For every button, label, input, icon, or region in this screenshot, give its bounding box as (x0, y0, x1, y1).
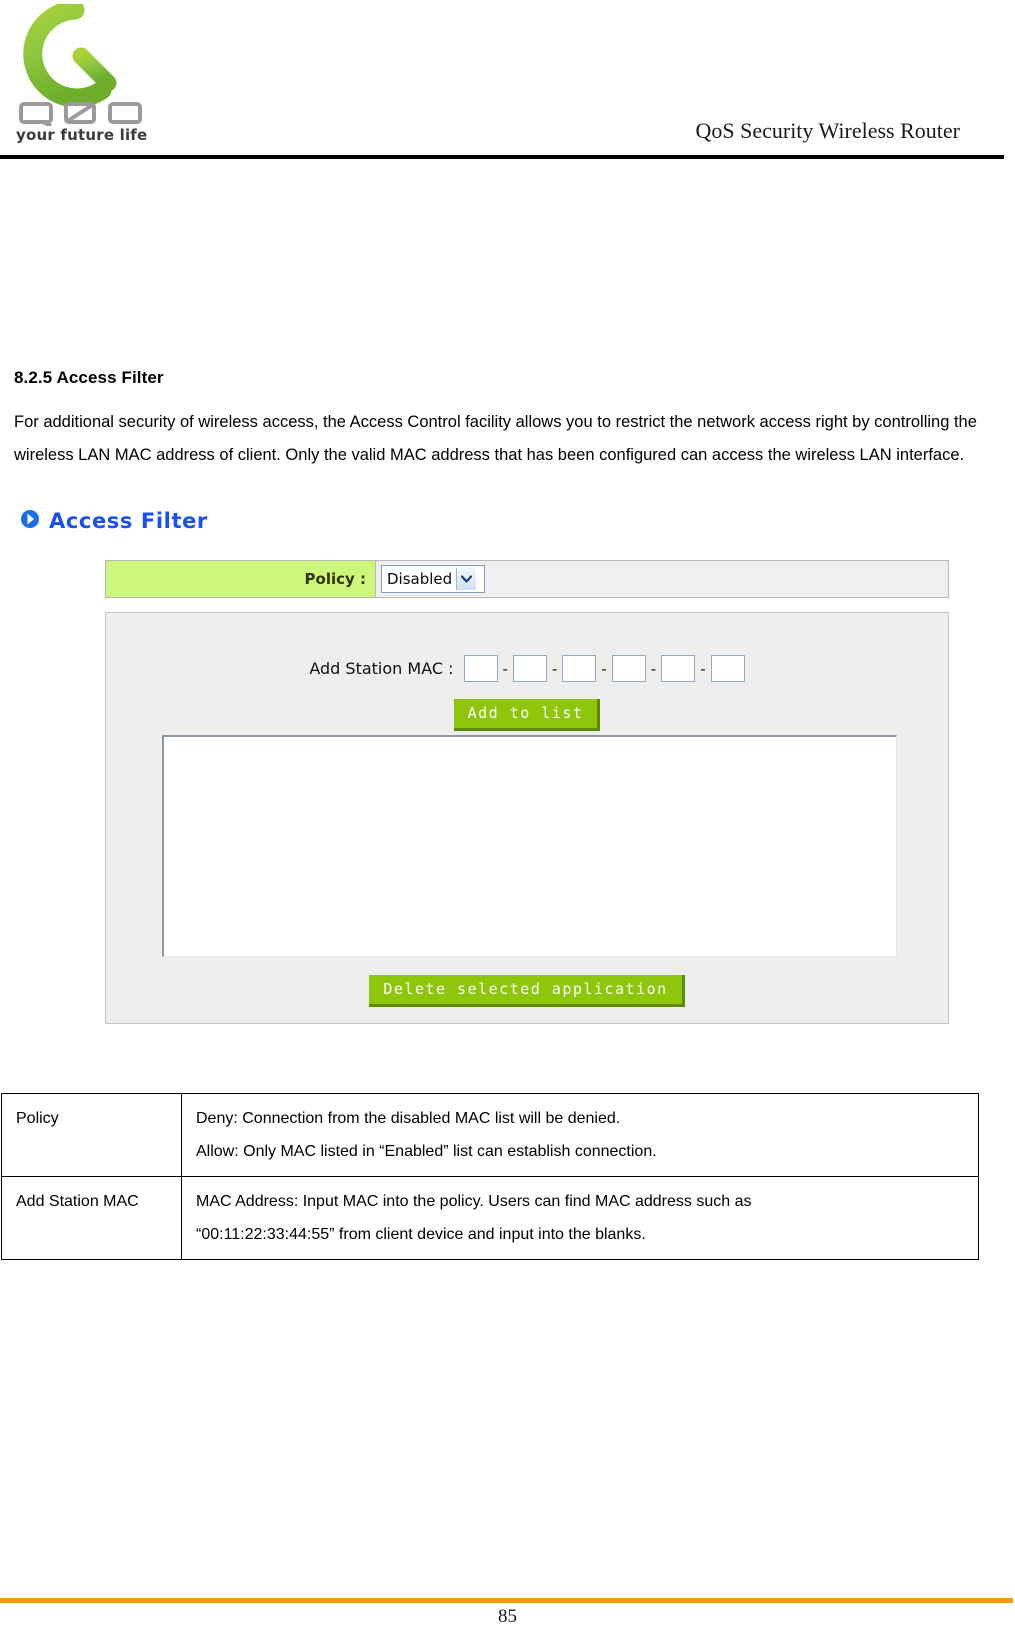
table-cell-key: Policy (1, 1093, 182, 1177)
table-cell-key: Add Station MAC (1, 1176, 182, 1260)
mac-separator: - (650, 659, 657, 678)
description-line: MAC Address: Input MAC into the policy. … (196, 1193, 752, 1210)
brand-logo: your future life (8, 0, 158, 152)
ui-panel-heading-text: Access Filter (49, 509, 208, 533)
mac-octet-input-2[interactable] (512, 655, 547, 682)
field-description-table: Policy Deny: Connection from the disable… (1, 1093, 979, 1260)
policy-field-cell: Disabled (376, 561, 948, 597)
description-line: Allow: Only MAC listed in “Enabled” list… (196, 1143, 657, 1160)
mac-octet-input-6[interactable] (710, 655, 745, 682)
mac-separator: - (700, 659, 706, 678)
chevron-down-icon[interactable] (456, 568, 477, 590)
mac-separator: - (502, 659, 508, 678)
policy-row: Policy : Disabled (105, 560, 949, 598)
qno-q-logo-icon (20, 0, 130, 108)
table-row: Add Station MAC MAC Address: Input MAC i… (1, 1176, 979, 1260)
document-page: { "header": { "logo": { "mark_icon": "qn… (0, 0, 1015, 1632)
mac-list-box[interactable] (162, 735, 897, 957)
header-product-title: QoS Security Wireless Router (695, 118, 960, 143)
policy-label: Policy : (304, 570, 366, 588)
table-cell-value: Deny: Connection from the disabled MAC l… (181, 1093, 979, 1177)
header-divider (0, 155, 1004, 159)
add-to-list-button[interactable]: Add to list (453, 699, 601, 731)
policy-select-value: Disabled (387, 570, 453, 588)
qno-wordmark (18, 100, 148, 128)
section-heading: 8.2.5 Access Filter (14, 368, 164, 387)
mac-separator: - (551, 659, 558, 678)
add-to-list-button-wrap: Add to list (106, 699, 948, 731)
add-station-mac-label: Add Station MAC : (309, 659, 454, 678)
mac-octet-input-5[interactable] (661, 655, 696, 682)
page-number: 85 (498, 1606, 517, 1627)
mac-octet-input-4[interactable] (611, 655, 646, 682)
delete-selected-application-button[interactable]: Delete selected application (369, 975, 685, 1007)
page-header: your future life QoS Security Wireless R… (0, 0, 1015, 168)
ui-panel-heading: Access Filter (14, 504, 964, 538)
description-line: “00:11:22:33:44:55” from client device a… (196, 1226, 646, 1243)
mac-separator: - (601, 659, 607, 678)
mac-octet-input-3[interactable] (562, 655, 597, 682)
table-cell-value: MAC Address: Input MAC into the policy. … (181, 1176, 979, 1260)
section-paragraph: For additional security of wireless acce… (14, 413, 977, 464)
table-row: Policy Deny: Connection from the disable… (1, 1093, 979, 1177)
blue-arrow-bullet-icon (20, 509, 40, 534)
access-filter-screenshot: Access Filter Policy : Disabled Add Stat… (14, 504, 964, 1024)
policy-label-cell: Policy : (106, 561, 376, 597)
policy-select[interactable]: Disabled (381, 565, 485, 593)
add-station-mac-row: Add Station MAC : - - - - - (106, 655, 948, 682)
footer-divider (0, 1598, 1013, 1603)
description-line: Deny: Connection from the disabled MAC l… (196, 1110, 621, 1127)
mac-octet-input-1[interactable] (463, 655, 498, 682)
logo-tagline: your future life (16, 126, 148, 144)
access-filter-panel: Add Station MAC : - - - - - Add to list … (105, 612, 949, 1024)
delete-button-wrap: Delete selected application (106, 975, 948, 1007)
